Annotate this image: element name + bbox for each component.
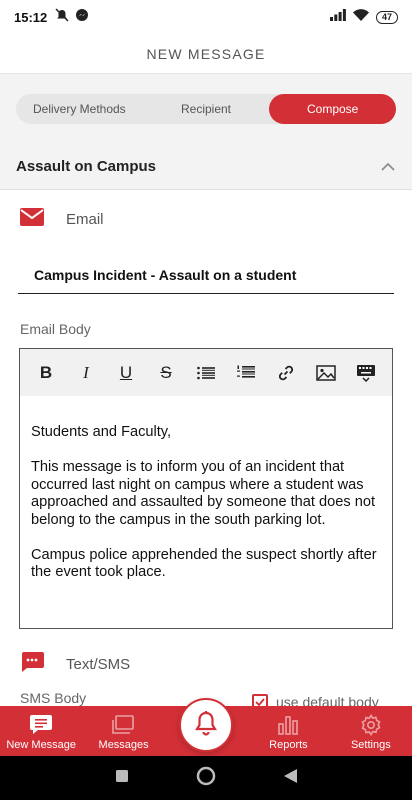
editor-toolbar: B I U S xyxy=(20,349,392,396)
email-label: Email xyxy=(66,211,104,228)
system-navigation-bar xyxy=(0,756,412,800)
notifications-off-icon xyxy=(55,7,69,27)
chevron-up-icon[interactable] xyxy=(380,159,396,175)
sms-icon xyxy=(20,652,44,677)
section-header[interactable]: Assault on Campus xyxy=(0,144,412,190)
nav-reports[interactable]: Reports xyxy=(247,706,329,756)
messenger-icon xyxy=(75,8,89,27)
email-subject-input[interactable]: Campus Incident - Assault on a student xyxy=(18,256,394,294)
app-header: NEW MESSAGE xyxy=(0,34,412,74)
status-bar: 15:12 47 xyxy=(0,0,412,34)
home-icon[interactable] xyxy=(196,766,216,791)
nav-new-message[interactable]: New Message xyxy=(0,706,82,756)
sms-label: Text/SMS xyxy=(66,656,131,673)
link-icon[interactable] xyxy=(266,358,306,388)
battery-indicator: 47 xyxy=(375,10,398,24)
section-title: Assault on Campus xyxy=(16,158,157,175)
nav-messages[interactable]: Messages xyxy=(82,706,164,756)
nav-settings-label: Settings xyxy=(350,739,391,751)
page-title: NEW MESSAGE xyxy=(146,45,266,62)
settings-icon xyxy=(360,714,382,736)
nav-reports-label: Reports xyxy=(269,739,308,751)
nav-settings[interactable]: Settings xyxy=(330,706,412,756)
status-time: 15:12 xyxy=(14,9,48,25)
envelope-icon xyxy=(20,208,44,231)
underline-icon[interactable]: U xyxy=(106,358,146,388)
email-body-editor[interactable]: B I U S Students and Faculty, This messa… xyxy=(19,348,393,629)
body-paragraph-1: Students and Faculty, xyxy=(31,424,172,440)
tab-recipient[interactable]: Recipient xyxy=(143,94,270,124)
tabs-container: Delivery Methods Recipient Compose xyxy=(0,74,412,144)
back-icon[interactable] xyxy=(283,768,297,788)
body-paragraph-2: This message is to inform you of an inci… xyxy=(31,459,376,528)
signal-icon xyxy=(329,8,346,26)
recents-icon[interactable] xyxy=(115,769,128,787)
reports-icon xyxy=(277,714,299,736)
email-body-label: Email Body xyxy=(20,321,91,337)
email-channel-row: Email xyxy=(20,208,104,231)
sms-body-label: SMS Body xyxy=(20,690,87,706)
italic-icon[interactable]: I xyxy=(66,358,106,388)
numbered-list-icon[interactable] xyxy=(226,358,266,388)
keyboard-icon[interactable] xyxy=(346,358,386,388)
tab-delivery-methods[interactable]: Delivery Methods xyxy=(16,94,143,124)
step-tabs: Delivery Methods Recipient Compose xyxy=(16,94,397,124)
tab-compose[interactable]: Compose xyxy=(269,94,397,124)
send-alert-button[interactable] xyxy=(179,698,233,752)
bold-icon[interactable]: B xyxy=(26,358,66,388)
body-paragraph-3: Campus police apprehended the suspect sh… xyxy=(31,546,377,581)
nav-messages-label: Messages xyxy=(98,739,149,751)
nav-new-message-label: New Message xyxy=(6,739,77,751)
email-body-text[interactable]: Students and Faculty, This message is to… xyxy=(20,396,392,582)
image-icon[interactable] xyxy=(306,358,346,388)
sms-channel-row: Text/SMS xyxy=(20,652,130,677)
wifi-icon xyxy=(352,8,369,26)
strikethrough-icon[interactable]: S xyxy=(146,358,186,388)
messages-icon xyxy=(111,714,136,736)
bell-icon xyxy=(194,710,218,741)
bullet-list-icon[interactable] xyxy=(186,358,226,388)
new-message-icon xyxy=(30,714,53,736)
